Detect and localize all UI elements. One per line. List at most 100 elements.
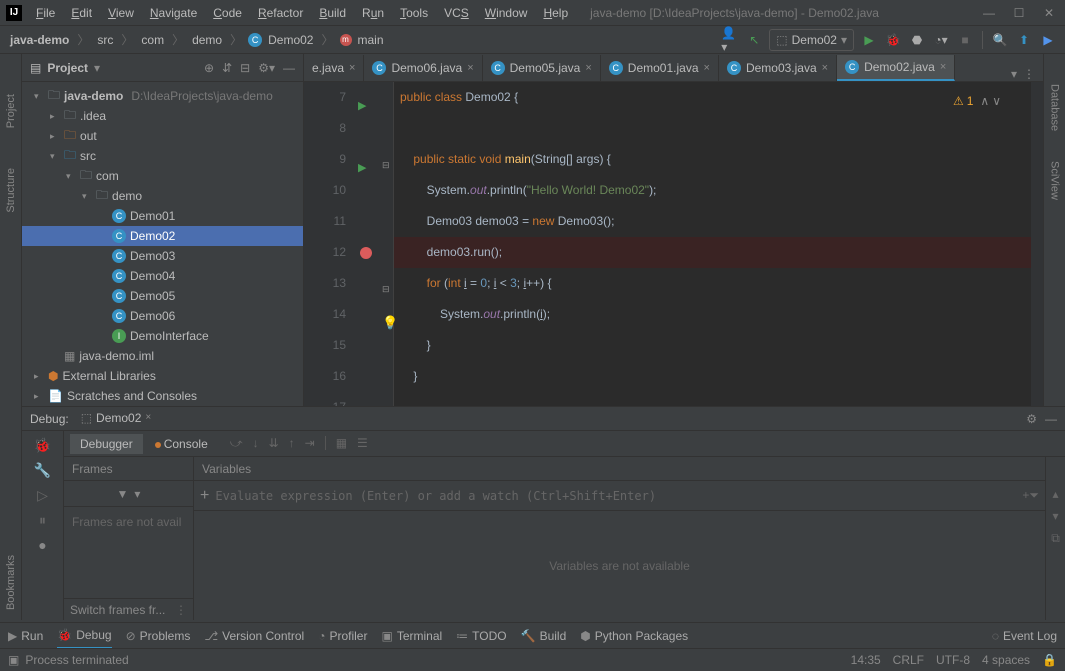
editor-tab[interactable]: CDemo03.java×: [719, 55, 837, 81]
inspect-down-icon[interactable]: ∨: [992, 86, 1001, 117]
frames-more-icon[interactable]: ⋮: [175, 603, 187, 617]
close-tab-icon[interactable]: ×: [822, 62, 828, 74]
todo-tool-button[interactable]: ≔TODO: [456, 629, 506, 643]
settings-icon[interactable]: ⚙▾: [258, 61, 275, 75]
crumb-class[interactable]: Demo02: [266, 33, 315, 47]
fold-gutter[interactable]: ⊟ ⊟ 💡: [380, 82, 394, 434]
profiler-tool-button[interactable]: ◔Profiler: [318, 629, 367, 643]
filter-icon[interactable]: ▼: [117, 487, 129, 501]
editor-tab-active[interactable]: CDemo02.java×: [837, 55, 955, 81]
close-tab-icon[interactable]: ×: [940, 61, 946, 73]
rerun-icon[interactable]: 🐞: [34, 437, 51, 454]
debug-tool-button[interactable]: 🐞Debug: [57, 623, 111, 649]
console-tab[interactable]: Console: [145, 434, 218, 454]
tree-class-demo06[interactable]: C Demo06: [22, 306, 303, 326]
close-tab-icon[interactable]: ×: [585, 62, 591, 74]
collapse-all-icon[interactable]: ⊟: [240, 61, 250, 75]
tab-more-icon[interactable]: ⋮: [1023, 67, 1035, 81]
status-eol[interactable]: CRLF: [893, 653, 924, 667]
status-indent[interactable]: 4 spaces: [982, 653, 1030, 667]
menu-navigate[interactable]: Navigate: [144, 4, 203, 22]
tree-scratches[interactable]: ▸ 📄 Scratches and Consoles: [22, 386, 303, 406]
select-opened-icon[interactable]: ⊕: [204, 61, 214, 75]
eval-add-icon[interactable]: +⏷: [1022, 488, 1039, 503]
vcs-tool-button[interactable]: ⎇Version Control: [204, 629, 304, 643]
menu-refactor[interactable]: Refactor: [252, 4, 309, 22]
search-button[interactable]: 🔍: [991, 31, 1009, 49]
status-window-icon[interactable]: ▣: [8, 653, 19, 667]
vcs-back-icon[interactable]: ↖: [745, 31, 763, 49]
stop-button[interactable]: ■: [956, 31, 974, 49]
editor-body[interactable]: 7 8 9 10 11 12 13 14 15 16 17 ▶ ▶ ⊟ ⊟ 💡: [304, 82, 1043, 434]
build-tool-button[interactable]: 🔨Build: [521, 629, 567, 643]
project-panel-title[interactable]: Project: [47, 61, 88, 75]
menu-build[interactable]: Build: [313, 4, 352, 22]
tree-interface[interactable]: I DemoInterface: [22, 326, 303, 346]
profile-button[interactable]: ◔▾: [932, 31, 950, 49]
tree-class-demo05[interactable]: C Demo05: [22, 286, 303, 306]
stop-debug-icon[interactable]: ●: [38, 537, 46, 553]
evaluate-icon[interactable]: ▦: [336, 436, 347, 451]
editor-tab[interactable]: CDemo05.java×: [483, 55, 601, 81]
coverage-button[interactable]: ⬣: [908, 31, 926, 49]
menu-run[interactable]: Run: [356, 4, 390, 22]
project-dropdown[interactable]: ▾: [94, 61, 100, 75]
expand-all-icon[interactable]: ⇵: [222, 61, 232, 75]
menu-tools[interactable]: Tools: [394, 4, 434, 22]
tool-structure-tab[interactable]: Structure: [5, 168, 17, 213]
menu-vcs[interactable]: VCS: [438, 4, 475, 22]
force-step-icon[interactable]: ⇊: [269, 436, 279, 451]
debug-hide-icon[interactable]: ―: [1045, 412, 1057, 426]
debug-config-tab[interactable]: ⬚ Demo02 ×: [77, 407, 156, 431]
tree-idea[interactable]: ▸ 🗀 .idea: [22, 106, 303, 126]
run-to-cursor-icon[interactable]: ⇥: [305, 436, 315, 451]
menu-help[interactable]: Help: [537, 4, 574, 22]
hide-panel-icon[interactable]: ―: [283, 61, 295, 75]
tree-class-demo04[interactable]: C Demo04: [22, 266, 303, 286]
menu-window[interactable]: Window: [479, 4, 534, 22]
tab-dropdown-icon[interactable]: ▾: [1011, 67, 1017, 81]
crumb-demo[interactable]: demo: [190, 33, 224, 47]
step-into-icon[interactable]: ↓: [253, 436, 259, 451]
update-button[interactable]: ⬆: [1015, 31, 1033, 49]
vars-up-icon[interactable]: ▴: [1052, 487, 1058, 501]
tree-demo[interactable]: ▾ 🗀 demo: [22, 186, 303, 206]
tree-out[interactable]: ▸ 🗀 out: [22, 126, 303, 146]
debug-settings-icon[interactable]: ⚙: [1026, 412, 1037, 426]
close-tab-icon[interactable]: ×: [349, 62, 355, 74]
fold-marker[interactable]: ⊟: [382, 150, 390, 181]
python-pkgs-tool-button[interactable]: ⬢Python Packages: [580, 629, 688, 643]
menu-file[interactable]: File: [30, 4, 61, 22]
editor-tab[interactable]: e.java×: [304, 55, 364, 81]
tree-root[interactable]: ▾ 🗀 java-demo D:\IdeaProjects\java-demo: [22, 86, 303, 106]
close-button[interactable]: ✕: [1039, 6, 1059, 20]
close-tab-icon[interactable]: ×: [704, 62, 710, 74]
terminal-tool-button[interactable]: ▣Terminal: [381, 629, 442, 643]
run-tool-button[interactable]: ▶Run: [8, 629, 43, 643]
breakpoint-icon[interactable]: [360, 247, 372, 259]
crumb-project[interactable]: java-demo: [8, 33, 71, 47]
status-position[interactable]: 14:35: [851, 653, 881, 667]
tree-iml[interactable]: ▦ java-demo.iml: [22, 346, 303, 366]
editor-tab[interactable]: CDemo06.java×: [364, 55, 482, 81]
filter-dropdown-icon[interactable]: ▾: [134, 487, 140, 501]
menu-code[interactable]: Code: [207, 4, 248, 22]
run-button[interactable]: ▶: [860, 31, 878, 49]
tool-bookmarks-tab[interactable]: Bookmarks: [5, 555, 17, 610]
frames-filter[interactable]: ▼ ▾: [64, 481, 193, 507]
minimize-button[interactable]: ―: [979, 6, 999, 20]
editor-tab[interactable]: CDemo01.java×: [601, 55, 719, 81]
inspection-indicator[interactable]: ⚠1 ∧ ∨: [953, 86, 1001, 117]
status-lock-icon[interactable]: 🔒: [1042, 653, 1057, 667]
run-config-selector[interactable]: ⬚ Demo02 ▾: [769, 29, 854, 51]
tree-class-demo01[interactable]: C Demo01: [22, 206, 303, 226]
trace-icon[interactable]: ☰: [357, 436, 368, 451]
eval-expression-input[interactable]: Evaluate expression (Enter) or add a wat…: [215, 489, 1016, 503]
menu-edit[interactable]: Edit: [65, 4, 98, 22]
tool-project-tab[interactable]: Project: [5, 94, 17, 128]
resume-icon[interactable]: ▷: [37, 487, 48, 504]
crumb-method[interactable]: main: [356, 33, 386, 47]
run-gutter-icon[interactable]: ▶: [358, 91, 366, 122]
status-encoding[interactable]: UTF-8: [936, 653, 970, 667]
menu-view[interactable]: View: [102, 4, 140, 22]
